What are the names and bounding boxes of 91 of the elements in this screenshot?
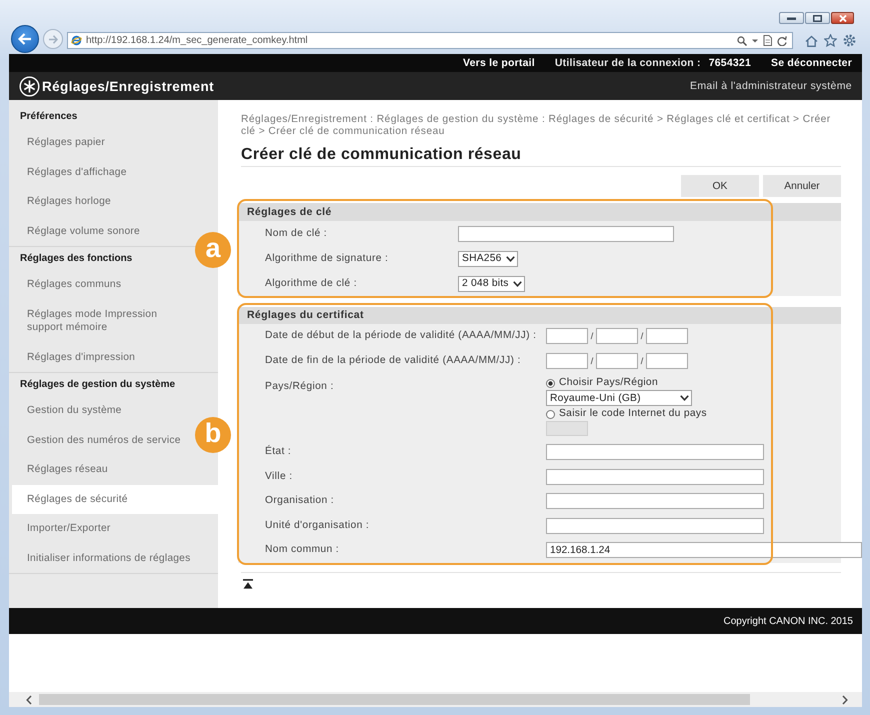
sidebar-item[interactable]: Gestion des numéros de service <box>27 434 181 447</box>
scrollbar-thumb[interactable] <box>39 694 750 705</box>
field-label: Nom commun : <box>264 544 340 556</box>
sidebar-item[interactable]: Réglages d'affichage <box>27 166 127 179</box>
chevron-down-icon <box>512 280 522 286</box>
date-separator: / <box>590 356 594 366</box>
portal-link[interactable]: Vers le portail <box>463 57 535 69</box>
logout-link[interactable]: Se déconnecter <box>771 57 852 69</box>
sidebar-item[interactable]: Gestion du système <box>27 404 122 418</box>
star-icon[interactable] <box>824 34 837 47</box>
page-icon[interactable] <box>763 35 772 46</box>
chevron-right-icon[interactable] <box>842 694 848 704</box>
sidebar-item[interactable]: Réglages mode Impression support mémoire <box>27 308 193 334</box>
sidebar-item[interactable]: Réglage volume sonore <box>27 224 140 238</box>
sidebar-item[interactable]: Initialiser informations de réglages <box>27 552 190 565</box>
sidebar-heading: Réglages de gestion du système <box>20 379 176 390</box>
text-field[interactable] <box>546 493 764 510</box>
user-label: Utilisateur de la connexion : <box>554 57 701 69</box>
radio-label[interactable]: Saisir le code Internet du pays <box>559 408 707 420</box>
sidebar-heading: Préférences <box>20 111 78 122</box>
app-title: Réglages/Enregistrement <box>42 78 214 94</box>
breadcrumb: Réglages/Enregistrement : Réglages de gestion du système : Réglages de sécurité > Réglages clé et certificat > Créer clé > Créer clé de communication réseau <box>241 114 832 138</box>
settings-icon[interactable] <box>843 34 856 47</box>
chevron-down-icon <box>506 256 515 262</box>
sidebar-item[interactable]: Importer/Exporter <box>27 522 111 536</box>
date-field[interactable] <box>646 328 688 344</box>
browser-logo-icon <box>71 35 82 46</box>
maximize-icon <box>813 14 822 22</box>
radio-label[interactable]: Choisir Pays/Région <box>559 377 658 389</box>
date-field[interactable] <box>596 352 638 369</box>
date-field[interactable] <box>596 328 638 344</box>
sidebar-heading: Réglages des fonctions <box>20 253 132 264</box>
text-field[interactable] <box>458 226 674 242</box>
dropdown[interactable]: 2 048 bits <box>458 276 525 292</box>
sidebar-item[interactable]: Réglages de sécurité <box>12 484 218 514</box>
email-link[interactable]: Email à l'administrateur système <box>690 80 852 92</box>
sidebar-item[interactable]: Réglages communs <box>27 278 122 292</box>
back-button[interactable] <box>11 25 39 53</box>
text-field[interactable] <box>546 468 764 485</box>
page-title: Créer clé de communication réseau <box>241 145 522 165</box>
maximize-button[interactable] <box>805 12 830 24</box>
caret-down-icon[interactable] <box>752 38 758 42</box>
chevron-down-icon <box>680 395 689 401</box>
radio-button[interactable] <box>546 378 555 388</box>
copyright-text: Copyright CANON INC. 2015 <box>724 616 853 626</box>
radio-button[interactable] <box>546 410 555 418</box>
field-label: Nom de clé : <box>264 228 328 240</box>
date-field[interactable] <box>546 328 588 344</box>
search-icon[interactable] <box>737 36 747 46</box>
dropdown[interactable]: Royaume-Uni (GB) <box>546 390 692 406</box>
field-label: Pays/Région : <box>264 380 335 393</box>
arrow-right-icon <box>48 34 58 44</box>
field-label: Unité d'organisation : <box>264 520 370 532</box>
address-field[interactable]: http://192.168.1.24/m_sec_generate_comkey.html <box>67 32 793 49</box>
close-button[interactable] <box>831 12 854 24</box>
section-header: Réglages de clé <box>238 203 841 221</box>
date-separator: / <box>640 331 644 342</box>
url-text: http://192.168.1.24/m_sec_generate_comkey.html <box>86 35 308 46</box>
horizontal-scrollbar[interactable] <box>9 692 862 707</box>
field-label: Organisation : <box>264 495 336 508</box>
scroll-top-icon[interactable] <box>243 578 253 588</box>
arrow-left-icon <box>18 33 32 45</box>
field-label: Algorithme de signature : <box>264 252 390 264</box>
date-separator: / <box>590 331 594 342</box>
section-header: Réglages du certificat <box>238 307 841 324</box>
dropdown[interactable]: SHA256 <box>458 250 518 266</box>
sidebar-item[interactable]: Réglages réseau <box>27 463 108 476</box>
text-field[interactable]: 192.168.1.24 <box>546 542 862 558</box>
user-id: 7654321 <box>708 57 751 69</box>
field-label: Algorithme de clé : <box>264 278 358 290</box>
field-label: État : <box>264 446 292 458</box>
home-icon[interactable] <box>805 34 818 46</box>
cancel-button[interactable]: Annuler <box>763 175 841 197</box>
field-label: Ville : <box>264 470 294 483</box>
date-field[interactable] <box>646 352 688 369</box>
field-label: Date de fin de la période de validité (AAAA/MM/JJ) : <box>264 354 522 367</box>
ok-button[interactable]: OK <box>681 175 759 197</box>
minimize-icon <box>787 16 796 20</box>
asterisk-circle-icon <box>19 76 40 96</box>
text-field[interactable] <box>546 444 764 460</box>
sidebar-item[interactable]: Réglages d'impression <box>27 350 136 364</box>
close-icon <box>838 14 846 22</box>
date-separator: / <box>640 356 644 366</box>
minimize-button[interactable] <box>779 12 804 24</box>
refresh-icon[interactable] <box>777 36 787 46</box>
date-field[interactable] <box>546 352 588 369</box>
sidebar-item[interactable]: Réglages horloge <box>27 195 111 208</box>
sidebar-item[interactable]: Réglages papier <box>27 136 105 150</box>
field-label: Date de début de la période de validité (AAAA/MM/JJ) : <box>264 330 538 342</box>
text-field[interactable] <box>546 518 764 534</box>
chevron-left-icon[interactable] <box>26 694 32 704</box>
